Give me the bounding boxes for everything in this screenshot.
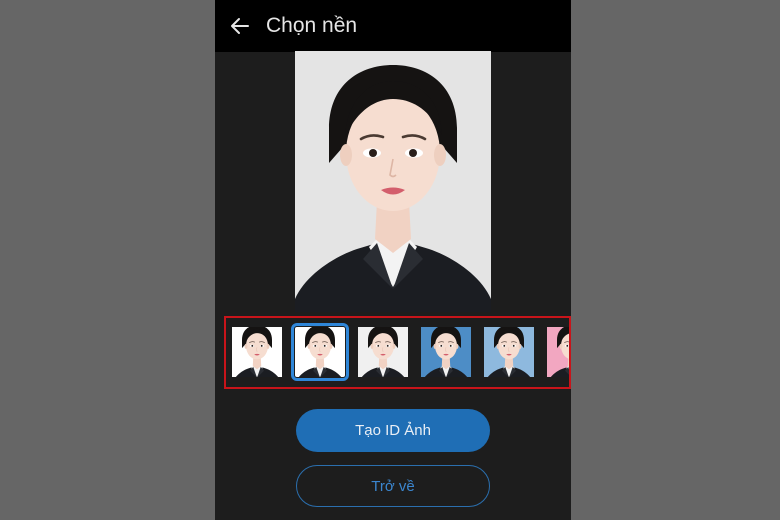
portrait-thumbnail-image	[358, 327, 408, 377]
background-options-strip	[224, 316, 571, 389]
portrait-thumbnail-image	[232, 327, 282, 377]
photo-preview	[295, 51, 491, 312]
background-option-thumbnail[interactable]	[484, 327, 534, 377]
app-bar: Chọn nền	[215, 0, 571, 52]
background-option-thumbnail[interactable]	[232, 327, 282, 377]
portrait-thumbnail-image	[547, 327, 571, 377]
back-button[interactable]	[215, 0, 265, 52]
arrow-left-icon	[231, 18, 249, 34]
page-title: Chọn nền	[266, 14, 358, 37]
background-option-thumbnail[interactable]	[547, 327, 571, 377]
portrait-thumbnail-image	[421, 327, 471, 377]
background-option-thumbnail[interactable]	[291, 323, 349, 381]
back-text-button[interactable]: Trở về	[296, 465, 490, 507]
phone-screen: Chọn nền Tạo ID Ảnh Trở về	[215, 0, 571, 520]
portrait-image	[295, 51, 491, 312]
create-id-photo-button[interactable]: Tạo ID Ảnh	[296, 409, 490, 452]
portrait-thumbnail-image	[295, 327, 345, 377]
portrait-thumbnail-image	[484, 327, 534, 377]
background-option-thumbnail[interactable]	[358, 327, 408, 377]
background-option-thumbnail[interactable]	[421, 327, 471, 377]
